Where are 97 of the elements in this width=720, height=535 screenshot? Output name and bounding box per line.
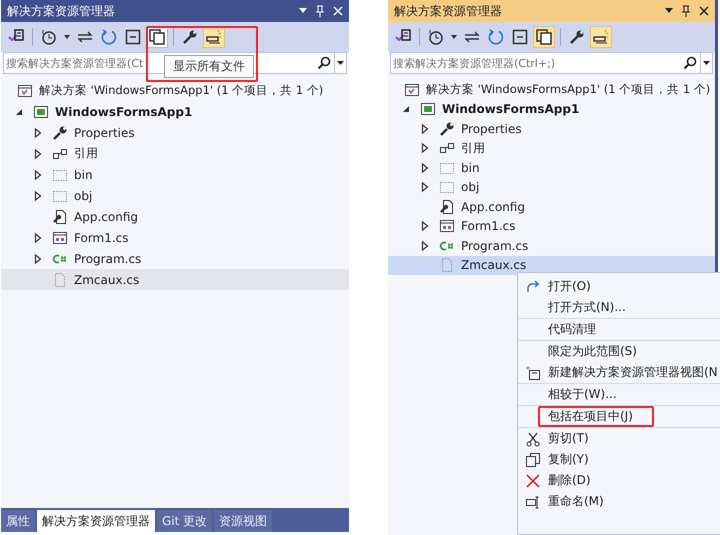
- menu-item[interactable]: 复制(Y): [518, 449, 720, 470]
- scissors-icon: [525, 430, 541, 446]
- stacked-pages-icon: [535, 28, 553, 46]
- clock-icon: [40, 28, 58, 46]
- clock-icon: [427, 28, 445, 46]
- menu-item[interactable]: 限定为此范围(S): [518, 341, 720, 362]
- tree-item[interactable]: Properties: [388, 119, 715, 138]
- refresh-icon: [100, 28, 118, 46]
- form-icon: [52, 230, 68, 246]
- dashed-file-icon: [439, 257, 455, 274]
- tree-item[interactable]: Program.cs: [1, 248, 349, 269]
- collapsed-arrow-icon[interactable]: [419, 240, 431, 252]
- collapsed-arrow-icon[interactable]: [419, 122, 431, 135]
- menu-item[interactable]: 打开方式(N)...: [518, 297, 720, 319]
- delete-icon: [525, 472, 541, 488]
- stacked-pages-icon: [148, 28, 166, 46]
- tooltip: 显示所有文件: [164, 55, 254, 78]
- csharp-project-icon: [420, 101, 436, 118]
- collapsed-arrow-icon[interactable]: [32, 232, 44, 244]
- search-options-button[interactable]: [700, 52, 713, 74]
- toolbar-button[interactable]: [590, 26, 612, 48]
- tree-item[interactable]: WindowsFormsApp1: [1, 101, 349, 122]
- tree-item[interactable]: bin: [388, 158, 715, 178]
- search-options-button[interactable]: [334, 52, 347, 74]
- tree-item[interactable]: 解决方案 'WindowsFormsApp1' (1 个项目，共 1 个): [1, 80, 349, 101]
- tree-item[interactable]: Form1.cs: [388, 216, 715, 236]
- config-file-icon: [52, 208, 68, 224]
- collapsed-arrow-icon[interactable]: [419, 162, 431, 174]
- menu-item[interactable]: 相较于(W)...: [518, 384, 720, 406]
- panel-tab[interactable]: 资源视图: [214, 510, 272, 532]
- collapsed-arrow-icon[interactable]: [32, 148, 44, 160]
- close-icon[interactable]: [699, 6, 709, 16]
- solution-icon: [404, 82, 420, 98]
- search-icon[interactable]: [317, 56, 331, 70]
- collapse-all-icon: [124, 28, 142, 46]
- collapse-all-icon: [511, 28, 529, 46]
- pin-icon[interactable]: [681, 5, 691, 17]
- caret-icon: [451, 35, 457, 39]
- wrench-icon: [568, 28, 586, 46]
- tree-item[interactable]: 解决方案 'WindowsFormsApp1' (1 个项目，共 1 个): [388, 80, 715, 100]
- preview-icon: [592, 28, 610, 46]
- refresh-icon: [487, 28, 505, 46]
- tree-item[interactable]: bin: [1, 164, 349, 185]
- menu-item[interactable]: 包括在项目中(J): [518, 406, 720, 428]
- solution-icon: [17, 82, 33, 98]
- tree-item[interactable]: Form1.cs: [1, 227, 349, 248]
- redo-arrow-icon: [525, 278, 541, 294]
- menu-item[interactable]: 剪切(T): [518, 428, 720, 449]
- panel-tab[interactable]: 属性: [1, 510, 35, 532]
- panel-title: 解决方案资源管理器: [394, 2, 503, 20]
- wrench-icon: [181, 28, 199, 46]
- menu-item[interactable]: 代码清理: [518, 319, 720, 341]
- collapsed-arrow-icon[interactable]: [32, 252, 44, 264]
- tree-item[interactable]: obj: [388, 178, 715, 197]
- dropdown-icon[interactable]: [665, 8, 673, 14]
- search-field[interactable]: 搜索解决方案资源管理器(Ctrl+;): [390, 52, 680, 74]
- search-button[interactable]: [314, 52, 334, 74]
- config-file-icon: [439, 198, 455, 215]
- collapsed-arrow-icon[interactable]: [32, 190, 44, 202]
- panel-tab[interactable]: Git 更改: [157, 510, 212, 532]
- tree-item[interactable]: obj: [1, 185, 349, 206]
- wrench-icon: [52, 124, 68, 140]
- tree-item[interactable]: 引用: [388, 138, 715, 158]
- collapsed-arrow-icon[interactable]: [419, 220, 431, 232]
- collapsed-arrow-icon[interactable]: [32, 168, 44, 180]
- collapsed-arrow-icon[interactable]: [419, 142, 431, 154]
- rename-icon: [525, 494, 541, 510]
- collapsed-arrow-icon[interactable]: [32, 126, 44, 138]
- caret-icon: [64, 35, 70, 39]
- preview-icon: [205, 28, 223, 46]
- dashed-folder-icon: [439, 179, 455, 196]
- toolbar-button[interactable]: [203, 26, 225, 48]
- dashed-file-icon: [52, 272, 68, 288]
- tree-item[interactable]: WindowsFormsApp1: [388, 100, 715, 119]
- panel-tab[interactable]: 解决方案资源管理器: [37, 510, 155, 532]
- menu-item[interactable]: 新建解决方案资源管理器视图(N: [518, 362, 720, 384]
- tree-item[interactable]: 引用: [1, 143, 349, 164]
- tree-item[interactable]: App.config: [388, 197, 715, 216]
- dropdown-icon[interactable]: [337, 60, 344, 66]
- search-button[interactable]: [680, 52, 700, 74]
- menu-item[interactable]: 重命名(M): [518, 491, 720, 512]
- tree-item[interactable]: Properties: [1, 122, 349, 143]
- copy-icon: [525, 452, 541, 468]
- search-icon[interactable]: [683, 56, 697, 70]
- new-view-icon: [525, 364, 541, 380]
- collapsed-arrow-icon[interactable]: [419, 181, 431, 194]
- menu-item[interactable]: 删除(D): [518, 470, 720, 491]
- csharp-project-icon: [33, 104, 49, 120]
- wrench-icon: [439, 120, 455, 137]
- tree-item[interactable]: App.config: [1, 206, 349, 227]
- tree-item[interactable]: Zmcaux.cs: [388, 256, 715, 275]
- form-icon: [439, 218, 455, 234]
- menu-item[interactable]: 打开(O): [518, 276, 720, 297]
- dropdown-icon[interactable]: [703, 60, 710, 66]
- tree-item[interactable]: Program.cs: [388, 236, 715, 256]
- toolbar-button[interactable]: [533, 26, 555, 48]
- panel-title: 解决方案资源管理器: [7, 2, 116, 20]
